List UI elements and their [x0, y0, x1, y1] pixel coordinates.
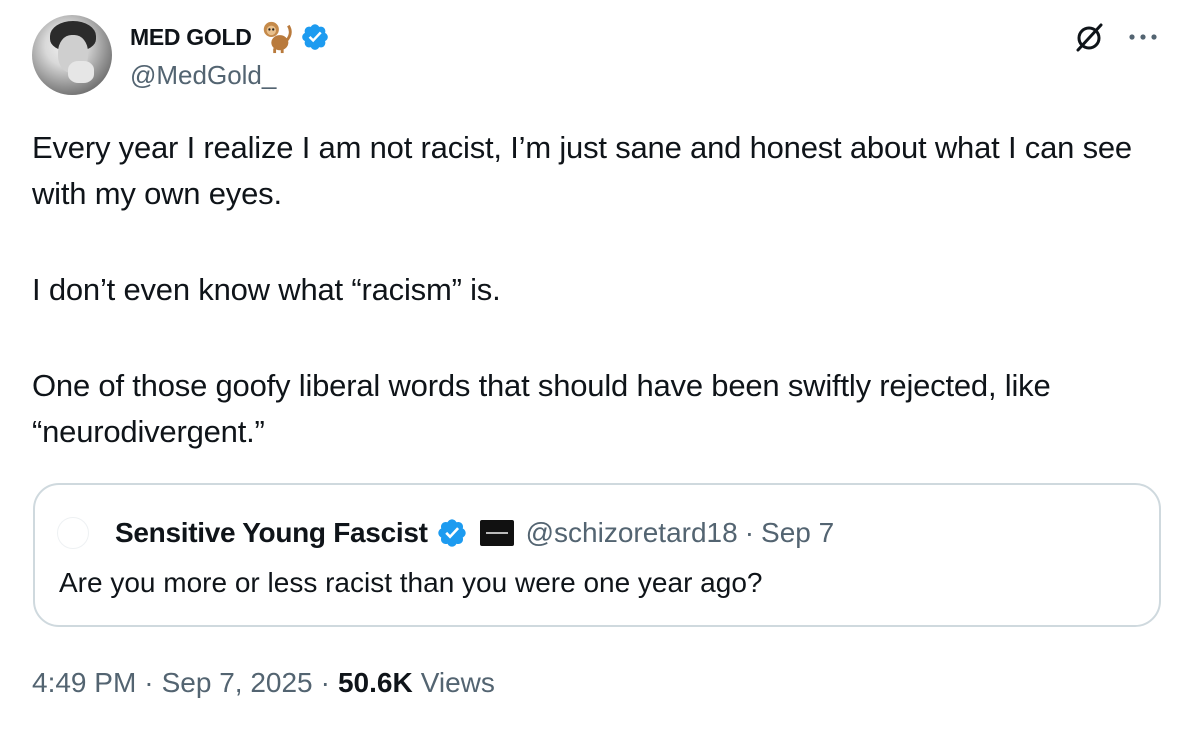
tweet-paragraph: One of those goofy liberal words that sh… [32, 368, 1051, 449]
quoted-author-row: Sensitive Young Fascist @schizoretard18 … [115, 513, 834, 553]
more-options-icon[interactable] [1128, 33, 1158, 41]
views-label: Views [420, 667, 495, 698]
views-count: 50.6K [337, 667, 413, 698]
grok-icon[interactable] [1072, 20, 1106, 54]
separator: · [144, 667, 154, 698]
author-avatar[interactable] [32, 15, 112, 95]
quoted-author-avatar[interactable] [57, 517, 89, 549]
tweet-paragraph: Every year I realize I am not racist, I’… [32, 130, 1132, 211]
tweet-paragraph: I don’t even know what “racism” is. [32, 272, 501, 307]
verified-badge-icon [437, 519, 466, 547]
separator: · [320, 667, 330, 698]
tweet-time[interactable]: 4:49 PM [32, 667, 136, 699]
tweet-text: Every year I realize I am not racist, I’… [32, 125, 1172, 455]
author-display-name[interactable]: MED GOLD [130, 24, 252, 51]
verified-badge-icon[interactable] [300, 22, 330, 52]
tweet-date[interactable]: Sep 7, 2025 [162, 667, 313, 699]
quoted-tweet-date: Sep 7 [761, 517, 835, 548]
quoted-author-handle: @schizoretard18 [525, 517, 738, 548]
quoted-author-display-name[interactable]: Sensitive Young Fascist [115, 517, 428, 549]
separator: · [744, 517, 755, 548]
author-name-row: MED GOLD [130, 21, 330, 54]
quoted-tweet-text: Are you more or less racist than you wer… [59, 567, 763, 598]
author-handle[interactable]: @MedGold_ [130, 60, 276, 91]
quoted-tweet-card[interactable]: Sensitive Young Fascist @schizoretard18 … [33, 483, 1161, 627]
monkey-emoji [263, 21, 292, 54]
affiliation-badge-icon [479, 520, 514, 546]
tweet-meta: 4:49 PM · Sep 7, 2025 · 50.6K Views [32, 667, 495, 699]
